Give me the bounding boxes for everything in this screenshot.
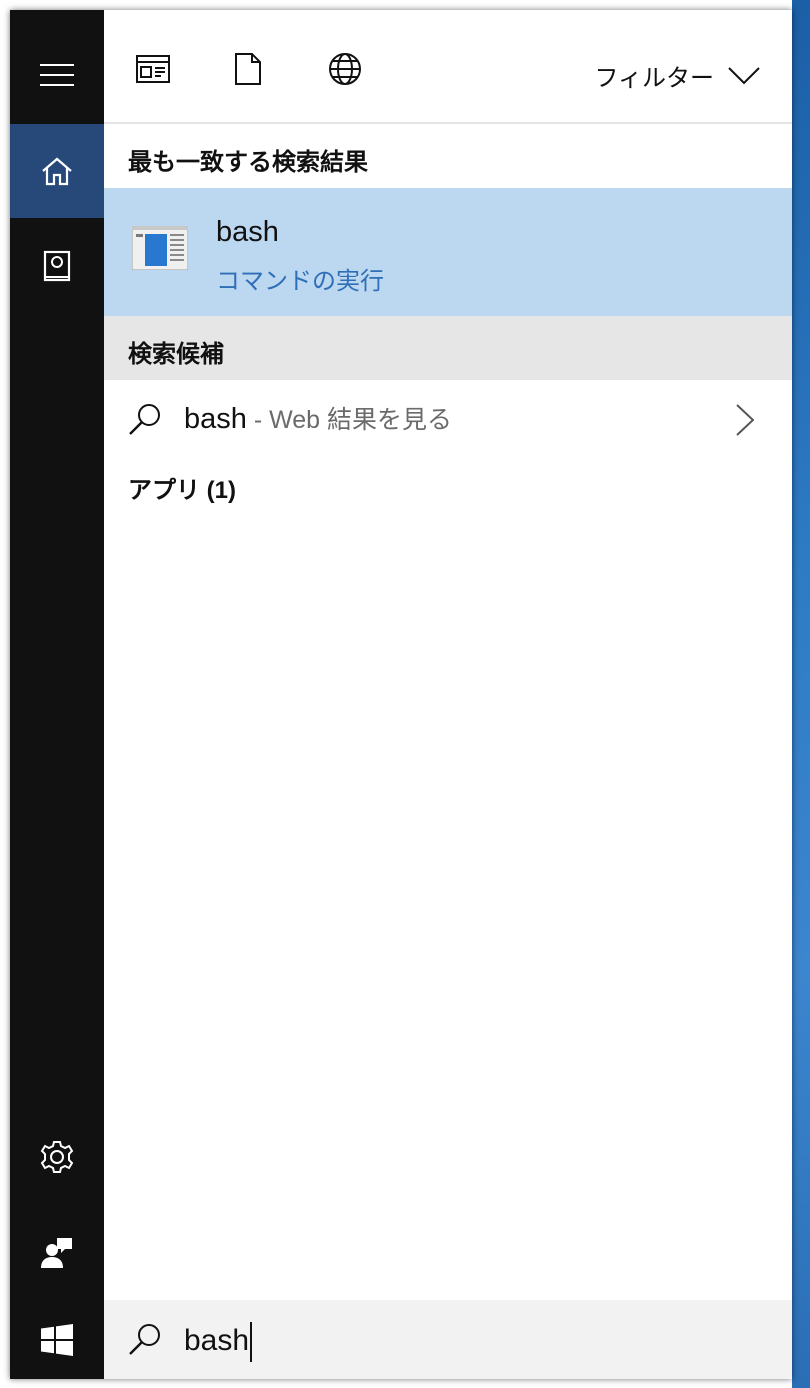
suggestion-query: bash: [184, 403, 247, 435]
filter-label: フィルター: [594, 65, 714, 92]
web-filter-button[interactable]: [328, 52, 362, 91]
web-suggestion-row[interactable]: bash - Web 結果を見る: [104, 382, 792, 458]
feedback-icon: [41, 1238, 72, 1268]
home-icon: [42, 157, 72, 186]
best-match-heading: 最も一致する検索結果: [128, 149, 368, 176]
apps-icon: [136, 55, 170, 83]
hamburger-icon: [40, 64, 74, 86]
notebook-button[interactable]: [10, 220, 104, 314]
best-match-result[interactable]: bash コマンドの実行: [104, 188, 792, 316]
search-results-pane: フィルター 最も一致する検索結果 bash コマンドの実行 検索候補 bash …: [104, 10, 792, 1379]
search-input[interactable]: bash: [184, 1322, 253, 1362]
search-box[interactable]: bash: [104, 1300, 792, 1379]
windows-start-icon: [41, 1323, 73, 1356]
desktop-wallpaper-edge: [792, 0, 810, 1388]
web-icon: [329, 53, 361, 85]
best-match-name: bash: [216, 216, 279, 248]
filter-dropdown[interactable]: フィルター: [594, 58, 760, 93]
search-query: bash: [184, 1323, 250, 1357]
filter-toolbar: フィルター: [104, 10, 792, 124]
suggestions-heading: 検索候補: [128, 341, 224, 368]
suggestions-header: 検索候補: [104, 316, 792, 380]
notebook-icon: [43, 250, 71, 282]
menu-button[interactable]: [10, 28, 104, 122]
best-match-subtitle: コマンドの実行: [216, 268, 384, 295]
chevron-down-icon: [728, 66, 760, 84]
documents-filter-button[interactable]: [234, 52, 262, 91]
search-icon: [129, 1324, 160, 1355]
start-button[interactable]: [10, 1300, 104, 1379]
feedback-button[interactable]: [10, 1206, 104, 1300]
start-search-panel: フィルター 最も一致する検索結果 bash コマンドの実行 検索候補 bash …: [10, 10, 792, 1379]
web-suggestion-text: bash - Web 結果を見る: [184, 400, 452, 436]
command-app-icon: [132, 226, 188, 270]
search-icon: [129, 404, 160, 435]
settings-button[interactable]: [10, 1110, 104, 1204]
apps-heading: アプリ (1): [128, 477, 236, 504]
text-caret: [250, 1322, 253, 1362]
documents-icon: [235, 53, 261, 85]
apps-filter-button[interactable]: [136, 55, 170, 88]
home-button[interactable]: [10, 124, 104, 218]
suggestion-suffix: - Web 結果を見る: [246, 406, 453, 434]
chevron-right-icon: [736, 404, 754, 436]
gear-icon: [40, 1141, 74, 1173]
left-rail: [10, 10, 104, 1379]
